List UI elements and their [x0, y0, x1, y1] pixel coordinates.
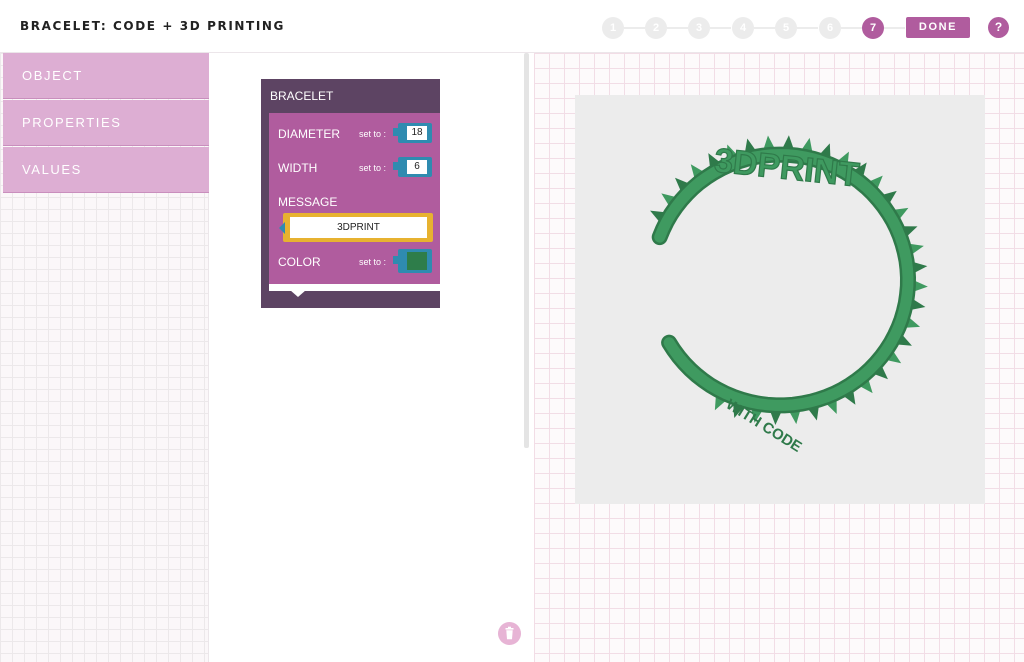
step-connector	[667, 27, 688, 29]
trash-icon	[505, 626, 514, 640]
color-label: COLOR	[278, 255, 321, 269]
diameter-socket: 18	[393, 123, 432, 143]
color-picker-swatch[interactable]	[407, 252, 427, 270]
step-2-button[interactable]: 2	[645, 17, 667, 39]
app-title: BRACELET: CODE + 3D PRINTING	[20, 19, 285, 33]
trash-button[interactable]	[498, 622, 521, 645]
diameter-input[interactable]: 18	[407, 126, 427, 140]
step-connector	[710, 27, 731, 29]
message-label: MESSAGE	[278, 195, 338, 209]
block-title: BRACELET	[270, 89, 334, 103]
bracelet-message-text: 3DPRINT	[712, 141, 861, 194]
step-connector	[624, 27, 645, 29]
3d-preview-viewport[interactable]: 3DPRINT WITH CODE	[575, 95, 985, 504]
width-socket: 6	[393, 157, 432, 177]
top-bar: BRACELET: CODE + 3D PRINTING 1 2 3 4 5 6…	[0, 0, 1024, 53]
step-6-button[interactable]: 6	[819, 17, 841, 39]
step-5-button[interactable]: 5	[775, 17, 797, 39]
help-button[interactable]: ?	[988, 17, 1009, 38]
step-connector	[797, 27, 818, 29]
category-object[interactable]: OBJECT	[3, 53, 209, 99]
step-connector	[754, 27, 775, 29]
step-7-button[interactable]: 7	[862, 17, 884, 39]
step-connector	[884, 27, 905, 29]
category-properties[interactable]: PROPERTIES	[3, 100, 209, 146]
width-setto-label: set to :	[359, 163, 387, 173]
color-socket	[393, 249, 432, 273]
block-connector-notch	[290, 290, 306, 297]
width-label: WIDTH	[278, 161, 318, 175]
message-input[interactable]: 3DPRINT	[290, 217, 427, 238]
message-socket: 3DPRINT	[279, 213, 433, 242]
diameter-label: DIAMETER	[278, 127, 341, 141]
step-connector	[841, 27, 862, 29]
workspace-scrollbar[interactable]	[524, 53, 529, 448]
bracelet-3d-model: 3DPRINT WITH CODE	[650, 135, 928, 456]
diameter-setto-label: set to :	[359, 129, 387, 139]
width-input[interactable]: 6	[407, 160, 427, 174]
done-button[interactable]: DONE	[906, 17, 970, 38]
category-values[interactable]: VALUES	[3, 147, 209, 193]
step-1-button[interactable]: 1	[602, 17, 624, 39]
step-4-button[interactable]: 4	[732, 17, 754, 39]
step-3-button[interactable]: 3	[688, 17, 710, 39]
block-category-sidebar: OBJECT PROPERTIES VALUES	[0, 53, 209, 662]
color-setto-label: set to :	[359, 257, 387, 267]
